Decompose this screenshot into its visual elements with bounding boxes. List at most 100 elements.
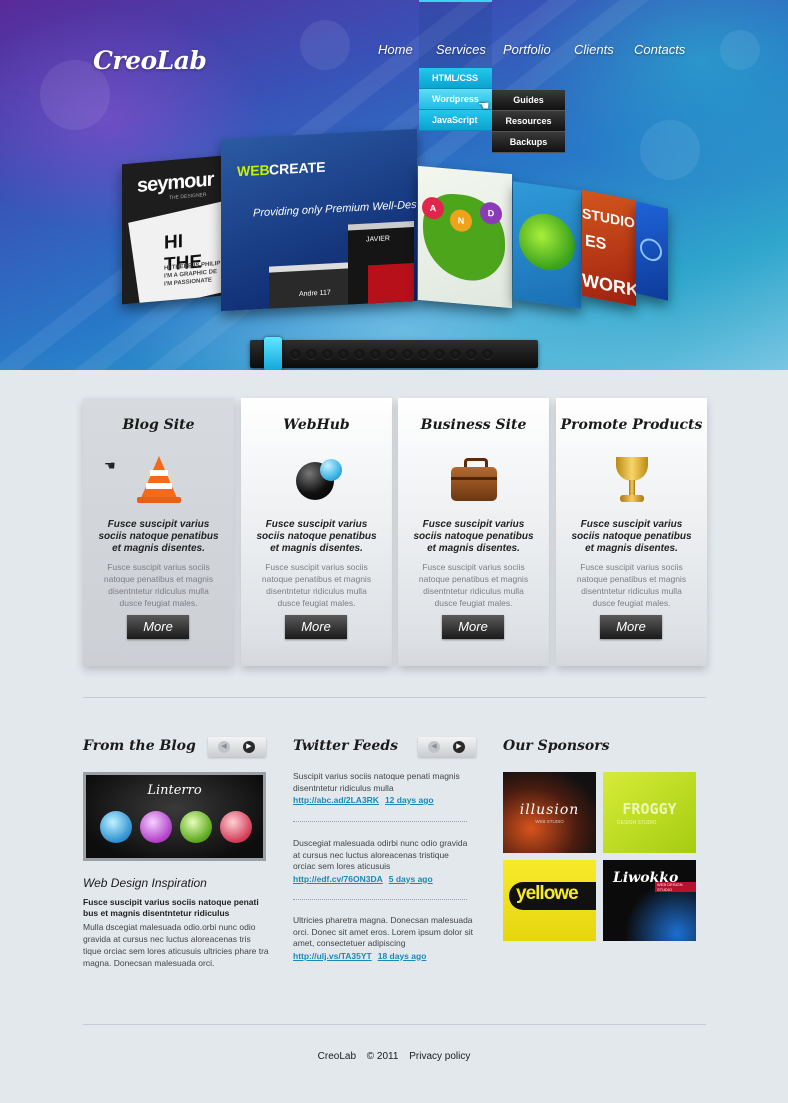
slide-web-title-a: WEB (237, 161, 270, 180)
service-lead: Fusce suscipit varius sociis natoque pen… (256, 519, 377, 554)
tweet-meta: http://abc.ad/2LA3RK 12 days ago (293, 795, 473, 807)
slider-dot[interactable] (466, 349, 477, 360)
more-button[interactable]: More (600, 615, 662, 639)
sponsor-tagline: DESIGN STUDIO (617, 820, 657, 826)
slider-dot[interactable] (290, 349, 301, 360)
more-button[interactable]: More (285, 615, 347, 639)
blog-image-canvas: Linterro (86, 775, 263, 858)
service-lead: Fusce suscipit varius sociis natoque pen… (413, 519, 534, 554)
blog-post-image[interactable]: Linterro (83, 772, 266, 861)
sponsor-froggy[interactable]: FROGGY DESIGN STUDIO (603, 772, 696, 853)
submenu-item-guides[interactable]: Guides (492, 90, 565, 111)
hand-cursor-icon: ☚ (478, 98, 490, 113)
menu-item-html-css[interactable]: HTML/CSS (419, 68, 492, 89)
service-description: Fusce suscipit varius sociis natoque pen… (261, 562, 372, 608)
slide-card-webcreate[interactable]: WEB CREATE Providing only Premium Well-D… (221, 128, 417, 312)
service-title: Blog Site (122, 417, 195, 433)
sponsor-tagline: WEB DESIGN STUDIO (655, 882, 696, 892)
nav-services[interactable]: Services (436, 42, 486, 57)
slider-dot[interactable] (386, 349, 397, 360)
service-description: Fusce suscipit varius sociis natoque pen… (576, 562, 687, 608)
twitter-prev-button[interactable]: ◀ (428, 741, 440, 753)
blog-image-title: Linterro (147, 783, 202, 798)
tweet-link[interactable]: http://ulj.vs/TA35YT (293, 951, 372, 961)
slider-dot[interactable] (306, 349, 317, 360)
service-card: WebHub Fusce suscipit varius sociis natoq… (241, 398, 392, 666)
tweet-meta: http://edf.cv/76ON3DA 5 days ago (293, 874, 473, 886)
more-button[interactable]: More (127, 615, 189, 639)
tweet-text: Suscipit varius sociis natoque penati ma… (293, 771, 460, 793)
blog-prev-button[interactable]: ◀ (218, 741, 230, 753)
sponsor-liwokko[interactable]: Liwokko WEB DESIGN STUDIO (603, 860, 696, 941)
service-card: Promote Products Fusce suscipit varius so… (556, 398, 707, 666)
section-divider (83, 697, 706, 698)
slider-current-handle[interactable] (264, 337, 282, 370)
slide-card-studio[interactable]: STUDIO ES WORK (582, 189, 636, 307)
slider-dot[interactable] (434, 349, 445, 360)
orb-services (180, 811, 212, 843)
tweet-time[interactable]: 5 days ago (389, 874, 433, 884)
tweet: Ultricies pharetra magna. Donecsan males… (293, 915, 473, 962)
slide-seymour-text: HI THERE IS PHILIP I'M A GRAPHIC DE I'M … (164, 260, 221, 288)
service-title: Business Site (420, 417, 527, 433)
tweet-text: Duscegiat malesuada odirbi nunc odio gra… (293, 838, 468, 871)
tweet: Suscipit varius sociis natoque penati ma… (293, 771, 473, 807)
tweet-time[interactable]: 18 days ago (378, 951, 427, 961)
slider-dot[interactable] (322, 349, 333, 360)
orb-portfolio (140, 811, 172, 843)
slider-dot[interactable] (402, 349, 413, 360)
blog-pager: ◀ ▶ (208, 737, 266, 757)
slide-card-clover[interactable] (513, 181, 581, 309)
service-card: Business Site Fusce suscipit varius socii… (398, 398, 549, 666)
slider-dot[interactable] (338, 349, 349, 360)
slide-card-seymour[interactable]: seymour THE DESIGNER HI THE HI THERE IS … (122, 155, 222, 305)
site-logo[interactable]: CreoLab (93, 46, 207, 75)
blog-next-button[interactable]: ▶ (243, 741, 255, 753)
bokeh-light (640, 120, 700, 180)
sponsor-name: FROGGY (622, 800, 677, 818)
sponsor-yellowe[interactable]: yellowe (503, 860, 596, 941)
tweet: Duscegiat malesuada odirbi nunc odio gra… (293, 838, 473, 885)
service-card: Blog Site Fusce suscipit varius sociis na… (83, 398, 234, 666)
sponsor-illusion[interactable]: illusion WEB STUDIO (503, 772, 596, 853)
more-button[interactable]: More (442, 615, 504, 639)
slider-pagination (250, 337, 538, 370)
nav-clients[interactable]: Clients (574, 42, 614, 57)
slide-card-blue[interactable] (636, 201, 668, 301)
browser-mockup (368, 263, 414, 308)
twitter-next-button[interactable]: ▶ (453, 741, 465, 753)
nav-active-indicator (419, 0, 492, 2)
ring-graphic (640, 236, 662, 264)
traffic-cone-icon (132, 453, 186, 507)
nav-home[interactable]: Home (378, 42, 413, 57)
tweet-link[interactable]: http://abc.ad/2LA3RK (293, 795, 379, 805)
tweet-time[interactable]: 12 days ago (385, 795, 434, 805)
twitter-section-title: Twitter Feeds (293, 738, 398, 754)
nav-contacts[interactable]: Contacts (634, 42, 685, 57)
sponsor-name: illusion (519, 802, 580, 818)
tweet-link[interactable]: http://edf.cv/76ON3DA (293, 874, 383, 884)
privacy-policy-link[interactable]: Privacy policy (409, 1051, 470, 1062)
slider-dot[interactable] (354, 349, 365, 360)
slide-card-map[interactable]: A N D (418, 165, 512, 309)
nav-portfolio[interactable]: Portfolio (503, 42, 551, 57)
slider-dot[interactable] (450, 349, 461, 360)
service-title: Promote Products (560, 417, 703, 433)
briefcase-icon (447, 453, 501, 507)
footer-brand: CreoLab (317, 1051, 356, 1062)
bokeh-light (720, 30, 760, 70)
slider-dot[interactable] (370, 349, 381, 360)
blog-post-title[interactable]: Web Design Inspiration (83, 876, 207, 890)
sponsor-tagline: WEB STUDIO (535, 819, 564, 824)
submenu-item-resources[interactable]: Resources (492, 111, 565, 132)
slide-web-title-b: CREATE (269, 158, 326, 178)
sponsor-name: yellowe (516, 883, 579, 904)
submenu-item-backups[interactable]: Backups (492, 132, 565, 153)
blog-section-title: From the Blog (83, 738, 196, 754)
slide-studio-text: ES (585, 232, 607, 254)
twitter-pager: ◀ ▶ (418, 737, 476, 757)
slider-dot[interactable] (482, 349, 493, 360)
bokeh-light (300, 20, 350, 70)
slider-dot[interactable] (418, 349, 429, 360)
nav-active-highlight (419, 0, 492, 68)
